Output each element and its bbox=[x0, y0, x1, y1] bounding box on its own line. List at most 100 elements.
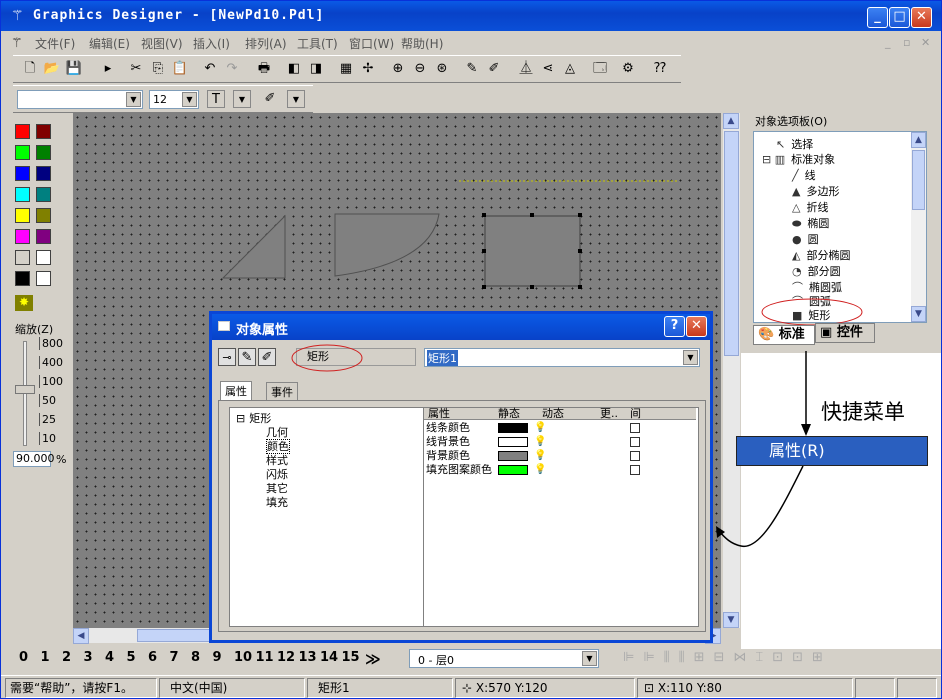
new-icon[interactable]: 🗋 bbox=[21, 60, 39, 78]
color-swatch[interactable] bbox=[36, 208, 51, 223]
help-cursor-icon[interactable]: ⁇ bbox=[651, 60, 669, 78]
tree-scroll-thumb[interactable] bbox=[912, 150, 925, 210]
collapse-icon[interactable]: ⊟ bbox=[236, 412, 245, 425]
table-row[interactable]: 填充图案颜色 💡 bbox=[424, 464, 696, 476]
layer-button-5[interactable]: 5 bbox=[127, 650, 136, 665]
color-swatch[interactable] bbox=[36, 187, 51, 202]
menu-edit[interactable]: 编辑(E) bbox=[89, 35, 130, 52]
table-row[interactable]: 线背景色 💡 bbox=[424, 436, 696, 448]
layer-button-6[interactable]: 6 bbox=[148, 650, 157, 665]
color-swatch[interactable] bbox=[15, 271, 30, 286]
tree-item-partial-ellipse[interactable]: ◭ 部分椭圆 bbox=[792, 247, 850, 263]
tab-controls[interactable]: ▣ 控件 bbox=[815, 323, 875, 343]
layer-button-13[interactable]: 13 bbox=[299, 650, 317, 665]
align-icons[interactable]: ⊫⊫⫼⫼⊞⊟⋈⌶⊡⊡⊞ bbox=[623, 650, 832, 665]
menu-help[interactable]: 帮助(H) bbox=[401, 35, 443, 52]
color-swatch[interactable] bbox=[15, 166, 30, 181]
color-swatch[interactable] bbox=[36, 145, 51, 160]
color-value[interactable] bbox=[498, 423, 528, 433]
flip-icon[interactable]: ⋖ bbox=[539, 60, 557, 78]
title-bar[interactable]: ⚚ Graphics Designer - [NewPd10.Pdl] _ □ … bbox=[1, 1, 941, 31]
cut-icon[interactable]: ✂ bbox=[127, 60, 145, 78]
tree-item-line[interactable]: ╱ 线 bbox=[792, 167, 816, 183]
tab-standard[interactable]: 🎨 标准 bbox=[753, 325, 815, 345]
property-category[interactable]: 填充 bbox=[266, 494, 288, 510]
context-menu-properties[interactable]: 属性(R) bbox=[736, 436, 928, 466]
column-header[interactable]: 静态 bbox=[498, 408, 520, 420]
dynamic-bulb-icon[interactable]: 💡 bbox=[534, 422, 546, 434]
grid-icon[interactable]: ▦ bbox=[337, 60, 355, 78]
layer-button-0[interactable]: 0 bbox=[19, 650, 28, 665]
scroll-down-icon[interactable]: ▼ bbox=[723, 612, 739, 628]
text-dropdown-icon[interactable]: ▼ bbox=[233, 90, 251, 108]
layer-select[interactable]: 0 - 层0 ▼ bbox=[409, 649, 599, 668]
font-select[interactable]: ▼ bbox=[17, 90, 143, 109]
tree-scroll-up-icon[interactable]: ▲ bbox=[911, 132, 926, 148]
scroll-up-icon[interactable]: ▲ bbox=[723, 113, 739, 129]
line-dropdown-icon[interactable]: ▼ bbox=[287, 90, 305, 108]
tree-item-ellipse[interactable]: ⬬ 椭圆 bbox=[792, 215, 829, 231]
object-name-select[interactable]: 矩形1 ▼ bbox=[424, 348, 700, 367]
pin-icon[interactable]: ⊸ bbox=[218, 348, 236, 366]
maximize-button[interactable]: □ bbox=[889, 7, 910, 28]
tab-properties[interactable]: 属性 bbox=[220, 381, 252, 400]
custom-color-icon[interactable]: ✸ bbox=[15, 295, 33, 311]
send-back-icon[interactable]: ◨ bbox=[307, 60, 325, 78]
zoom-thumb[interactable] bbox=[15, 385, 35, 394]
layer-button-15[interactable]: 15 bbox=[342, 650, 360, 665]
layer-button-10[interactable]: 10 bbox=[234, 650, 252, 665]
partial-ellipse-shape[interactable] bbox=[334, 213, 440, 277]
color-swatch[interactable] bbox=[15, 250, 30, 265]
save-icon[interactable]: 💾 bbox=[65, 60, 83, 78]
color-swatch[interactable] bbox=[36, 229, 51, 244]
chevron-down-icon[interactable]: ▼ bbox=[582, 651, 597, 666]
layer-button-14[interactable]: 14 bbox=[320, 650, 338, 665]
layer-button-9[interactable]: 9 bbox=[213, 650, 222, 665]
layer-button-12[interactable]: 12 bbox=[277, 650, 295, 665]
zoom-in-icon[interactable]: ⊕ bbox=[389, 60, 407, 78]
menu-arrange[interactable]: 排列(A) bbox=[245, 35, 287, 52]
close-button[interactable]: ✕ bbox=[911, 7, 932, 28]
zoom-fit-icon[interactable]: ⊛ bbox=[433, 60, 451, 78]
color-value[interactable] bbox=[498, 437, 528, 447]
layer-button-11[interactable]: 11 bbox=[256, 650, 274, 665]
hscroll-thumb[interactable] bbox=[137, 629, 217, 642]
open-icon[interactable]: 📂 bbox=[43, 60, 61, 78]
menu-view[interactable]: 视图(V) bbox=[141, 35, 183, 52]
color-swatch[interactable] bbox=[15, 124, 30, 139]
tree-item-polygon[interactable]: ▲ 多边形 bbox=[792, 183, 839, 199]
column-header[interactable]: 动态 bbox=[542, 408, 564, 420]
print-icon[interactable]: 🖶 bbox=[255, 60, 273, 78]
format-paint-icon[interactable]: ✐ bbox=[485, 60, 503, 78]
color-swatch[interactable] bbox=[15, 208, 30, 223]
layers-more-button[interactable]: ≫ bbox=[365, 650, 381, 668]
dialog-help-button[interactable]: ? bbox=[664, 316, 685, 337]
color-swatch[interactable] bbox=[36, 166, 51, 181]
table-row[interactable]: 线条颜色 💡 bbox=[424, 422, 696, 434]
indirect-checkbox[interactable] bbox=[630, 437, 640, 447]
column-header[interactable]: 更.. bbox=[600, 408, 618, 420]
color-swatch[interactable] bbox=[36, 250, 51, 265]
menu-insert[interactable]: 插入(I) bbox=[193, 35, 230, 52]
zoom-out-icon[interactable]: ⊖ bbox=[411, 60, 429, 78]
tree-scroll-down-icon[interactable]: ▼ bbox=[911, 306, 926, 322]
rectangle-shape[interactable] bbox=[484, 215, 581, 287]
tab-events[interactable]: 事件 bbox=[266, 382, 298, 401]
paste-icon[interactable]: 📋 bbox=[171, 60, 189, 78]
line-style-icon[interactable]: ✐ bbox=[261, 90, 279, 108]
dynamic-bulb-icon[interactable]: 💡 bbox=[534, 436, 546, 448]
dialog-close-button[interactable]: ✕ bbox=[686, 316, 707, 337]
redo-icon[interactable]: ↷ bbox=[223, 60, 241, 78]
font-size-select[interactable]: 12 ▼ bbox=[149, 90, 199, 109]
dynamic-bulb-icon[interactable]: 💡 bbox=[534, 450, 546, 462]
dynamic-bulb-icon[interactable]: 💡 bbox=[534, 464, 546, 476]
bring-front-icon[interactable]: ◧ bbox=[285, 60, 303, 78]
copy-format-icon[interactable]: ✐ bbox=[258, 348, 276, 366]
color-value[interactable] bbox=[498, 465, 528, 475]
chevron-down-icon[interactable]: ▼ bbox=[182, 92, 197, 107]
tree-item-partial-circle[interactable]: ◔ 部分圆 bbox=[792, 263, 841, 279]
indirect-checkbox[interactable] bbox=[630, 465, 640, 475]
run-icon[interactable]: ▸ bbox=[99, 60, 117, 78]
zoom-input[interactable]: 90.000 bbox=[13, 451, 55, 467]
scroll-left-icon[interactable]: ◀ bbox=[73, 628, 89, 644]
